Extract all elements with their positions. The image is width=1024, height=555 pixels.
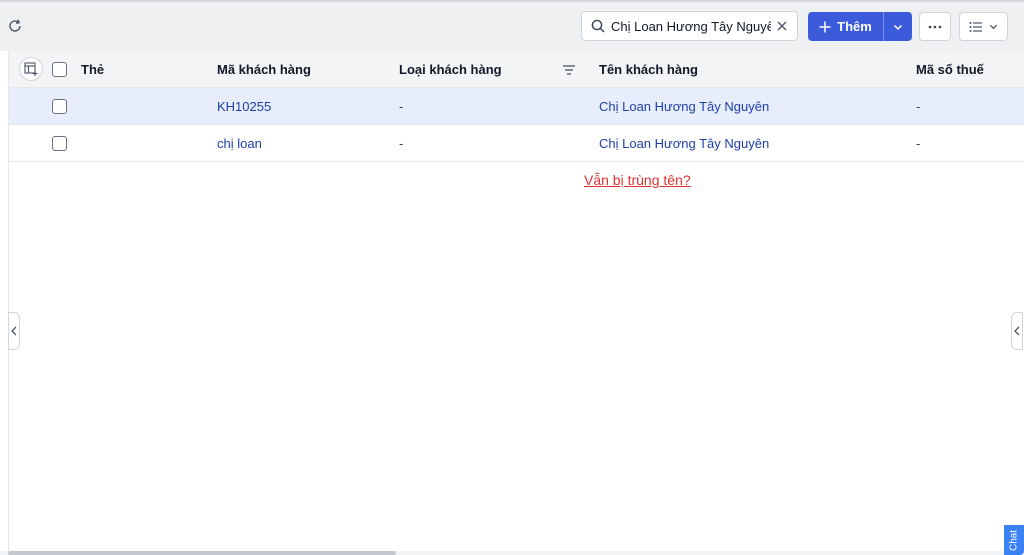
view-options-button[interactable] xyxy=(959,12,1008,41)
chevron-left-icon xyxy=(11,326,17,336)
filter-icon[interactable] xyxy=(562,63,576,77)
customer-table: Thẻ Mã khách hàng Loại khách hàng Tên kh… xyxy=(8,51,1024,555)
column-header-tag[interactable]: Thẻ xyxy=(81,51,104,87)
add-button-label: Thêm xyxy=(837,19,872,34)
scrollbar-thumb[interactable] xyxy=(8,551,396,555)
close-icon xyxy=(777,21,787,31)
right-panel-toggle[interactable] xyxy=(1011,312,1023,350)
column-header-customer-code[interactable]: Mã khách hàng xyxy=(217,51,311,87)
tax-code-value: - xyxy=(916,98,921,114)
more-button[interactable] xyxy=(919,12,951,41)
chevron-down-icon xyxy=(893,24,903,30)
search-icon xyxy=(591,19,605,33)
plus-icon xyxy=(819,21,831,32)
customer-name-link[interactable]: Chị Loan Hương Tây Nguyên xyxy=(599,125,769,161)
column-settings-button[interactable] xyxy=(19,57,43,81)
ellipsis-icon xyxy=(928,25,942,28)
row-checkbox[interactable] xyxy=(52,135,67,151)
customer-type-value: - xyxy=(399,98,404,114)
search-input[interactable] xyxy=(611,18,771,34)
customer-type-value: - xyxy=(399,135,404,151)
table-row[interactable]: chị loan - Chị Loan Hương Tây Nguyên - xyxy=(9,125,1024,162)
tax-code-value: - xyxy=(916,135,921,151)
chevron-left-icon xyxy=(1014,326,1020,336)
select-all-cell xyxy=(52,51,67,87)
horizontal-scrollbar[interactable] xyxy=(0,551,1004,555)
chat-button[interactable]: Chat xyxy=(1004,525,1024,555)
list-icon xyxy=(969,21,982,32)
app: Thêm xyxy=(0,0,1024,555)
column-header-tax-code[interactable]: Mã số thuế xyxy=(916,51,984,87)
select-all-checkbox[interactable] xyxy=(52,61,67,77)
customer-code-link[interactable]: KH10255 xyxy=(217,88,271,124)
table-row[interactable]: KH10255 - Chị Loan Hương Tây Nguyên - xyxy=(9,88,1024,125)
toolbar: Thêm xyxy=(0,0,1024,51)
row-checkbox[interactable] xyxy=(52,98,67,114)
add-options-button[interactable] xyxy=(883,12,912,41)
refresh-icon xyxy=(9,19,21,32)
table-add-column-icon xyxy=(24,62,38,76)
chevron-down-icon xyxy=(989,24,998,30)
add-button[interactable]: Thêm xyxy=(808,12,883,41)
table-header: Thẻ Mã khách hàng Loại khách hàng Tên kh… xyxy=(9,51,1024,88)
left-panel-toggle[interactable] xyxy=(8,312,20,350)
row-select-cell xyxy=(52,88,67,124)
column-header-customer-type[interactable]: Loại khách hàng xyxy=(399,51,502,87)
clear-search-button[interactable] xyxy=(775,19,789,33)
customer-code-link[interactable]: chị loan xyxy=(217,125,262,161)
row-select-cell xyxy=(52,125,67,161)
customer-name-link[interactable]: Chị Loan Hương Tây Nguyên xyxy=(599,88,769,124)
column-header-customer-name[interactable]: Tên khách hàng xyxy=(599,51,698,87)
refresh-button[interactable] xyxy=(6,17,24,35)
search-box xyxy=(581,11,798,41)
duplicate-name-link[interactable]: Vẫn bị trùng tên? xyxy=(584,172,691,188)
